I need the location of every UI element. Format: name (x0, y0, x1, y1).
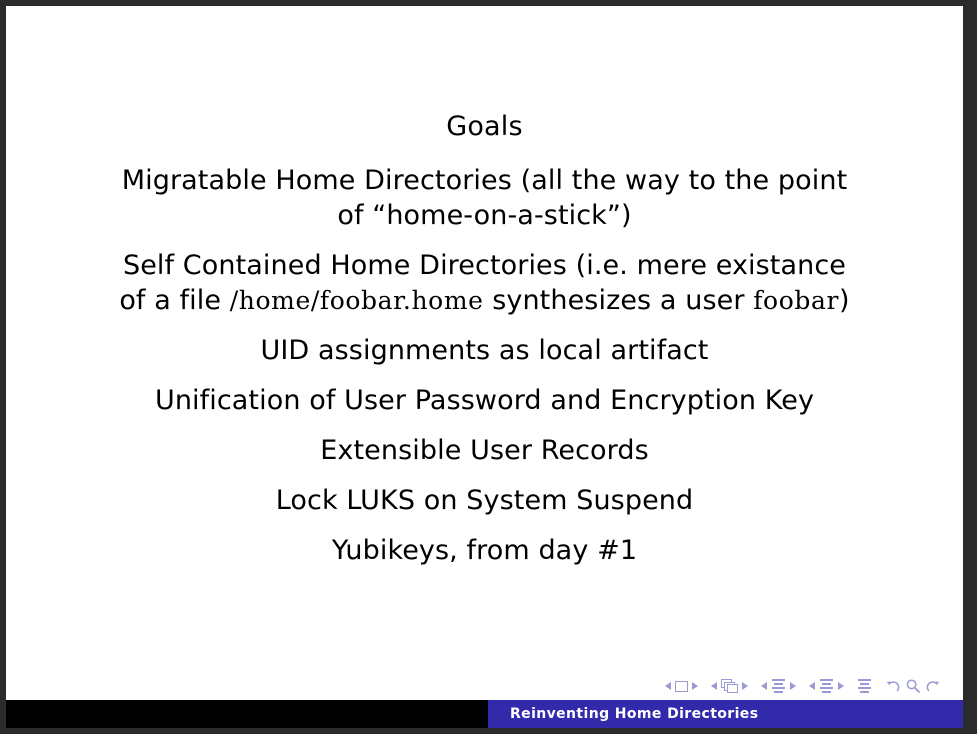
goal-item-yubikeys-from-day-1: Yubikeys, from day #1 (6, 533, 963, 568)
goals-list: Migratable Home Directories (all the way… (6, 163, 963, 583)
goal-line-2-post: ) (839, 285, 850, 316)
username-code-foobar: foobar (753, 286, 840, 315)
goal-item-extensible-user-records: Extensible User Records (6, 433, 963, 468)
current-slide-icon[interactable] (675, 680, 688, 692)
history-navigation-group[interactable] (885, 678, 941, 694)
section-navigation-group[interactable] (809, 679, 844, 693)
path-code-home-foobar-home: /home/foobar.home (229, 286, 484, 315)
slide-navigation-group[interactable] (665, 680, 698, 692)
presentation-title: Reinventing Home Directories (510, 706, 759, 722)
next-slide-icon[interactable] (692, 682, 698, 690)
go-back-icon[interactable] (885, 678, 901, 694)
goal-line-2: “home-on-a-stick”) (372, 200, 632, 231)
go-forward-icon[interactable] (925, 678, 941, 694)
footline: Reinventing Home Directories (6, 700, 963, 728)
search-icon[interactable] (905, 678, 921, 694)
document-navigation-group[interactable] (857, 679, 872, 693)
next-section-icon[interactable] (838, 682, 844, 690)
goal-item-unification-password-encryption-key: Unification of User Password and Encrypt… (6, 383, 963, 418)
goal-line-1: UID assignments as local artifact (260, 335, 709, 366)
goal-item-uid-assignments: UID assignments as local artifact (6, 333, 963, 368)
previous-frame-icon[interactable] (711, 682, 717, 690)
previous-subsection-icon[interactable] (761, 682, 767, 690)
goal-line-1: Lock LUKS on System Suspend (275, 485, 694, 516)
next-frame-icon[interactable] (742, 682, 748, 690)
current-frame-icon[interactable] (721, 679, 738, 693)
beamer-navigation-bar[interactable] (665, 676, 941, 696)
pdf-page-border: Goals Migratable Home Directories (all t… (0, 0, 977, 734)
previous-slide-icon[interactable] (665, 682, 671, 690)
subsection-navigation-group[interactable] (761, 679, 796, 693)
document-icon[interactable] (857, 679, 872, 693)
goal-item-self-contained-home-directories: Self Contained Home Directories (i.e. me… (6, 248, 963, 318)
goal-line-1: Extensible User Records (320, 435, 649, 466)
footline-left-block (6, 700, 488, 728)
slide-page: Goals Migratable Home Directories (all t… (6, 6, 963, 728)
goal-line-1: Yubikeys, from day #1 (331, 535, 638, 566)
previous-section-icon[interactable] (809, 682, 815, 690)
footline-right-block: Reinventing Home Directories (488, 700, 963, 728)
goal-item-lock-luks-on-suspend: Lock LUKS on System Suspend (6, 483, 963, 518)
goal-line-2-mid: synthesizes a user (483, 285, 754, 316)
frame-title: Goals (446, 111, 523, 142)
current-section-icon[interactable] (819, 679, 834, 693)
frame-navigation-group[interactable] (711, 679, 748, 693)
next-subsection-icon[interactable] (790, 682, 796, 690)
slide-content: Goals Migratable Home Directories (all t… (6, 6, 963, 666)
current-subsection-icon[interactable] (771, 679, 786, 693)
goal-line-1: Unification of User Password and Encrypt… (154, 385, 815, 416)
goal-item-migratable-home-directories: Migratable Home Directories (all the way… (6, 163, 963, 233)
